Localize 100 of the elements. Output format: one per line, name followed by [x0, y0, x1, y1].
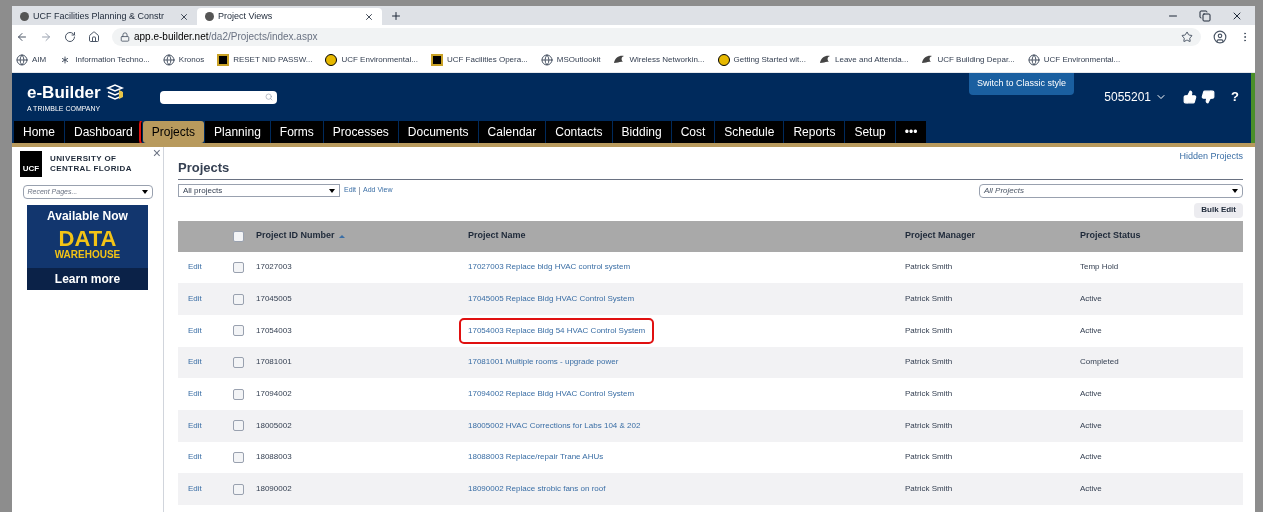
column-header[interactable]: Project Manager	[905, 229, 1080, 243]
nav-tab[interactable]: Reports	[784, 121, 845, 143]
table-cell-text: Active	[1080, 388, 1103, 401]
checkbox[interactable]	[233, 420, 244, 432]
thumbs-down-icon[interactable]	[1201, 90, 1216, 104]
home-icon[interactable]	[88, 30, 100, 43]
university-name: UNIVERSITY OF	[50, 154, 118, 164]
bulk-edit-button[interactable]: Bulk Edit	[1194, 202, 1243, 218]
checkbox[interactable]	[233, 230, 244, 242]
checkbox[interactable]	[233, 293, 244, 305]
bookmark[interactable]: Wireless Networkin...	[613, 54, 705, 66]
nav-tab[interactable]: Processes	[323, 121, 398, 143]
browser-tab[interactable]: Project Views	[197, 8, 382, 25]
edit-link[interactable]: Edit	[178, 356, 233, 369]
nav-tab[interactable]: Home	[14, 121, 64, 143]
globe-icon	[162, 54, 175, 66]
favicon-icon	[205, 12, 214, 21]
close-icon[interactable]	[179, 11, 189, 22]
project-link[interactable]: 17027003 Replace bldg HVAC control system	[459, 254, 640, 281]
edit-link[interactable]: Edit	[178, 324, 233, 337]
checkbox[interactable]	[233, 356, 244, 368]
checkbox[interactable]	[233, 261, 244, 273]
checkbox[interactable]	[233, 388, 244, 400]
back-icon[interactable]	[16, 30, 28, 43]
project-link[interactable]: 18090002 Replace strobic fans on roof	[459, 476, 615, 503]
nav-tab[interactable]: Planning	[205, 121, 270, 143]
search-icon	[264, 93, 273, 101]
learn-more-link[interactable]: Learn more	[27, 268, 148, 290]
data-warehouse-banner[interactable]: Available Now DATA WAREHOUSE Learn more	[27, 205, 148, 290]
project-link[interactable]: 17045005 Replace Bldg HVAC Control System	[459, 286, 644, 313]
thumbs-up-icon[interactable]	[1183, 90, 1198, 104]
table-cell-text: 17045005	[256, 293, 293, 306]
cube-stack-icon	[104, 82, 125, 103]
bookmark-star-icon[interactable]	[1181, 30, 1193, 43]
nav-tab[interactable]: Documents	[398, 121, 478, 143]
edit-link[interactable]: Edit	[178, 419, 233, 432]
edit-link[interactable]: Edit	[178, 483, 233, 496]
nav-tab[interactable]: Setup	[845, 121, 895, 143]
table-cell-text: Active	[1080, 451, 1103, 464]
bookmark[interactable]: UCF Environmental...	[1027, 54, 1121, 66]
project-link[interactable]: 18005002 HVAC Corrections for Labs 104 & 202	[459, 412, 650, 439]
restore-icon[interactable]	[1199, 9, 1211, 22]
globe-icon	[16, 54, 28, 66]
bird-icon	[921, 54, 934, 66]
bookmark[interactable]: Leave and Attenda...	[819, 54, 909, 66]
address-bar[interactable]: app.e-builder.net/da2/Projects/index.aspx	[112, 27, 1201, 46]
project-link[interactable]: 18088003 Replace/repair Trane AHUs	[459, 444, 613, 471]
nav-tab[interactable]: Schedule	[715, 121, 784, 143]
view-select[interactable]: All projects	[178, 184, 340, 197]
nav-tab[interactable]: Bidding	[612, 121, 671, 143]
edit-link[interactable]: Edit	[178, 388, 233, 401]
bookmark[interactable]: MSOutlookit	[540, 54, 601, 66]
table-cell-text: Completed	[1080, 356, 1120, 369]
edit-link[interactable]: Edit	[178, 293, 233, 306]
logo-icon	[717, 54, 730, 66]
nav-tab[interactable]: Forms	[270, 121, 323, 143]
user-menu[interactable]: 5055201	[1104, 88, 1168, 106]
classic-style-button[interactable]: Switch to Classic style	[969, 73, 1075, 95]
bookmark[interactable]: Information Techno...	[59, 54, 150, 66]
hidden-projects-link[interactable]: Hidden Projects	[1179, 150, 1243, 164]
filter-select[interactable]: All Projects	[979, 183, 1243, 198]
checkbox[interactable]	[233, 483, 244, 495]
nav-tab[interactable]: Calendar	[478, 121, 546, 143]
logo-icon	[430, 54, 443, 66]
bookmark[interactable]: UCF Building Depar...	[921, 54, 1015, 66]
bookmark[interactable]: UCF Facilities Opera...	[430, 54, 528, 66]
nav-tab[interactable]: •••	[895, 121, 927, 143]
bookmark[interactable]: Kronos	[162, 54, 205, 66]
project-link[interactable]: 17054003 Replace Bldg 54 HVAC Control System	[459, 317, 655, 344]
checkbox[interactable]	[233, 325, 244, 337]
help-link[interactable]: ?	[1231, 87, 1239, 107]
close-icon[interactable]	[364, 11, 374, 22]
column-header[interactable]: Project Status	[1080, 229, 1243, 243]
banner-title: DATA	[58, 228, 117, 250]
bookmark[interactable]: Getting Started wit...	[717, 54, 806, 66]
globe-icon	[540, 54, 553, 66]
reload-icon[interactable]	[64, 30, 76, 43]
new-tab-icon[interactable]	[390, 10, 402, 22]
nav-tab[interactable]: Contacts	[546, 121, 612, 143]
banner-subtitle: WAREHOUSE	[54, 250, 121, 260]
edit-link[interactable]: Edit	[178, 451, 233, 464]
bookmark[interactable]: AIM	[16, 54, 47, 66]
checkbox[interactable]	[233, 451, 244, 463]
nav-tab[interactable]: Projects	[142, 121, 205, 143]
project-link[interactable]: 17081001 Multiple rooms - upgrade power	[459, 349, 628, 376]
table-cell-text: Active	[1080, 324, 1103, 337]
close-button[interactable]: ×	[152, 143, 161, 164]
globe-icon	[1027, 54, 1040, 66]
bookmark[interactable]: UCF Environmental...	[325, 54, 418, 66]
bookmark[interactable]: RESET NID PASSW...	[217, 54, 313, 66]
logo[interactable]: e-Builder	[27, 82, 125, 103]
project-link[interactable]: 17094002 Replace Bldg HVAC Control System	[459, 381, 644, 408]
nav-tab[interactable]: Dashboard	[65, 121, 142, 143]
edit-link[interactable]: Edit	[178, 261, 233, 274]
column-header[interactable]: Project ID Number	[256, 229, 468, 243]
search-field[interactable]	[159, 90, 277, 104]
table-cell-text: Patrick Smith	[905, 419, 954, 432]
nav-tab[interactable]: Cost	[671, 121, 715, 143]
profile-icon[interactable]	[1213, 29, 1227, 44]
column-header[interactable]: Project Name	[468, 229, 905, 243]
